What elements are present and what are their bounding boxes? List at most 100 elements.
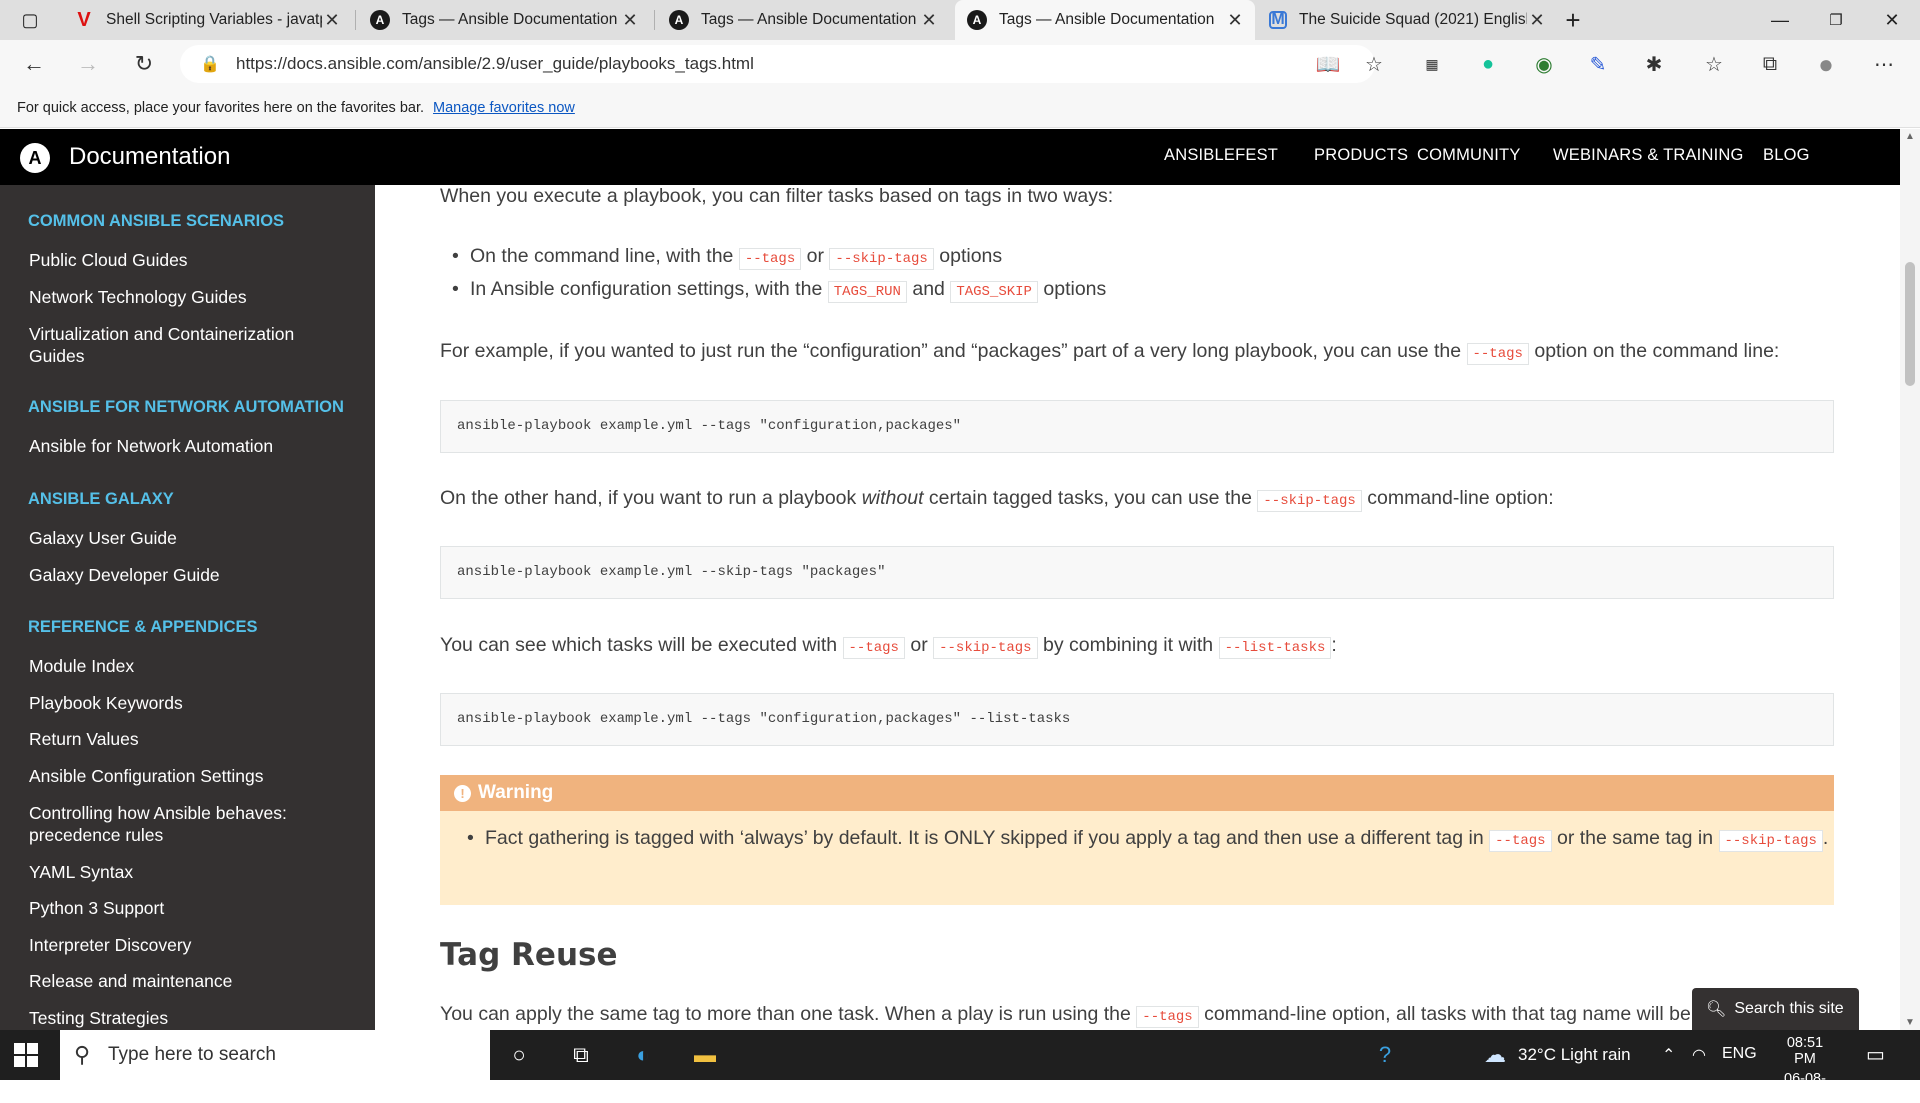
collections-icon[interactable]: ⧉ [1752,46,1788,82]
wifi-icon[interactable]: ◠ [1692,1045,1706,1065]
sidebar-item[interactable]: Ansible Configuration Settings [29,765,349,787]
list-item: On the command line, with the --tags or … [452,245,1002,270]
pen-extension-icon[interactable]: ✎ [1580,46,1616,82]
sidebar-item[interactable]: YAML Syntax [29,861,349,883]
nav-blog[interactable]: BLOG [1763,146,1810,165]
nav-community[interactable]: COMMUNITY [1417,146,1521,165]
sidebar-item[interactable]: Return Values [29,728,349,750]
file-explorer-icon[interactable]: ▬ [690,1040,720,1070]
back-icon[interactable]: ← [16,46,52,82]
add-favorite-icon[interactable]: ☆ [1356,46,1392,82]
site-header: A Documentation ANSIBLEFEST PRODUCTS COM… [0,129,1900,185]
search-site-button[interactable]: 🔍︎ Search this site [1692,988,1859,1030]
forward-icon[interactable]: → [70,46,106,82]
clock[interactable]: 08:51 PM 06-08-2021 [1775,1035,1835,1103]
code-block[interactable]: ansible-playbook example.yml --tags "con… [440,400,1834,453]
edge-browser-icon[interactable]: ◐ [628,1040,658,1070]
tab-title: Tags — Ansible Documentation [701,11,917,28]
section-heading: Tag Reuse [440,937,618,973]
immersive-reader-icon[interactable]: 📖 [1310,46,1346,82]
inline-code: --skip-tags [933,637,1038,659]
sidebar-item[interactable]: Release and maintenance [29,970,349,992]
close-icon[interactable]: ✕ [322,10,342,31]
sidebar-item[interactable]: Interpreter Discovery [29,934,349,956]
nav-products[interactable]: PRODUCTS [1314,146,1408,165]
sidebar-item[interactable]: Testing Strategies [29,1007,349,1029]
tab-actions-icon[interactable]: ▢ [0,0,60,40]
favorites-icon[interactable]: ☆ [1696,46,1732,82]
windows-taskbar: ⚲ Type here to search ○ ⧉ ◐ ▬ ? ☁ 32°C L… [0,1030,1920,1103]
tab-suicide-squad[interactable]: M The Suicide Squad (2021) English ✕ [1257,0,1557,40]
sidebar-item[interactable]: Module Index [29,655,349,677]
new-tab-icon[interactable]: + [1548,0,1598,40]
inline-code: --skip-tags [829,248,934,270]
more-menu-icon[interactable]: ⋯ [1866,46,1902,82]
minimize-icon[interactable]: — [1752,0,1808,40]
paragraph: You can see which tasks will be executed… [440,634,1337,659]
inline-code: --skip-tags [1718,830,1823,852]
window-close-icon[interactable]: ✕ [1864,0,1920,40]
restore-icon[interactable]: ❐ [1808,0,1864,40]
paragraph: You can apply the same tag to more than … [440,1003,1730,1028]
code-block[interactable]: ansible-playbook example.yml --skip-tags… [440,546,1834,599]
manage-favorites-link[interactable]: Manage favorites now [433,100,575,116]
nav-ansiblefest[interactable]: ANSIBLEFEST [1164,146,1278,165]
close-icon[interactable]: ✕ [1225,10,1245,31]
sidebar-item[interactable]: Network Technology Guides [29,286,349,308]
sidebar-item[interactable]: Public Cloud Guides [29,249,349,271]
tab-javatpoint[interactable]: V Shell Scripting Variables - javatpoint… [62,0,352,40]
paragraph: For example, if you wanted to just run t… [440,340,1779,365]
address-field[interactable]: 🔒 https://docs.ansible.com/ansible/2.9/u… [180,45,1375,83]
code-block[interactable]: ansible-playbook example.yml --tags "con… [440,693,1834,746]
close-icon[interactable]: ✕ [1527,10,1547,31]
lock-icon: 🔒 [200,56,220,73]
tab-title: The Suicide Squad (2021) English [1299,11,1527,28]
extensions-puzzle-icon[interactable]: ✱ [1636,46,1672,82]
extension-icon[interactable]: ▦ [1414,46,1450,82]
main-content: When you execute a playbook, you can fil… [375,185,1900,1030]
inline-code: --tags [738,248,802,270]
tab-ansible-1[interactable]: A Tags — Ansible Documentation ✕ [358,0,650,40]
refresh-icon[interactable]: ↻ [126,46,162,82]
scroll-up-icon[interactable]: ▲ [1905,131,1915,142]
weather-text[interactable]: 32°C Light rain [1518,1045,1631,1065]
sidebar-item[interactable]: Galaxy User Guide [29,527,349,549]
sidebar-item[interactable]: Controlling how Ansible behaves: precede… [29,802,349,846]
taskbar-search-placeholder: Type here to search [108,1044,276,1065]
cortana-icon[interactable]: ○ [504,1040,534,1070]
tab-ansible-active[interactable]: A Tags — Ansible Documentation ✕ [955,0,1255,40]
ansible-logo-icon[interactable]: A [20,143,50,173]
windows-start-icon[interactable] [14,1043,38,1067]
close-icon[interactable]: ✕ [620,10,640,31]
sidebar-item[interactable]: Python 3 Support [29,897,349,919]
tab-ansible-2[interactable]: A Tags — Ansible Documentation ✕ [657,0,949,40]
page-scrollbar[interactable]: ▲ ▼ [1900,129,1920,1030]
sidebar-caption: ANSIBLE GALAXY [28,490,174,508]
help-icon[interactable]: ? [1370,1040,1400,1070]
scroll-down-icon[interactable]: ▼ [1905,1017,1915,1028]
sidebar-item[interactable]: Playbook Keywords [29,692,349,714]
notification-icon[interactable]: ▭ [1866,1042,1885,1067]
site-brand[interactable]: Documentation [69,143,230,171]
warning-title: ! Warning [440,775,1834,811]
close-icon[interactable]: ✕ [919,10,939,31]
weather-cloud-icon: ☁ [1484,1042,1506,1067]
sidebar-item[interactable]: Ansible for Network Automation [29,435,349,457]
language-indicator[interactable]: ENG [1722,1045,1757,1063]
nav-webinars-training[interactable]: WEBINARS & TRAINING [1553,146,1744,165]
sidebar-caption: ANSIBLE FOR NETWORK AUTOMATION [28,398,344,416]
tab-title: Tags — Ansible Documentation [999,11,1215,28]
inline-code: --tags [1136,1006,1199,1028]
tray-chevron-icon[interactable]: ⌃ [1662,1045,1675,1065]
vpn-extension-icon[interactable]: ◉ [1526,46,1562,82]
inline-code: --tags [842,637,905,659]
profile-avatar-icon[interactable]: ● [1808,46,1844,82]
task-view-icon[interactable]: ⧉ [566,1040,596,1070]
grammarly-icon[interactable]: ● [1470,46,1506,82]
favorites-bar: For quick access, place your favorites h… [0,88,1920,128]
scrollbar-thumb[interactable] [1905,262,1915,386]
list-item: In Ansible configuration settings, with … [452,278,1106,303]
sidebar-item[interactable]: Virtualization and Containerization Guid… [29,323,349,367]
sidebar-item[interactable]: Galaxy Developer Guide [29,564,349,586]
taskbar-search-input[interactable]: ⚲ Type here to search [60,1030,490,1080]
